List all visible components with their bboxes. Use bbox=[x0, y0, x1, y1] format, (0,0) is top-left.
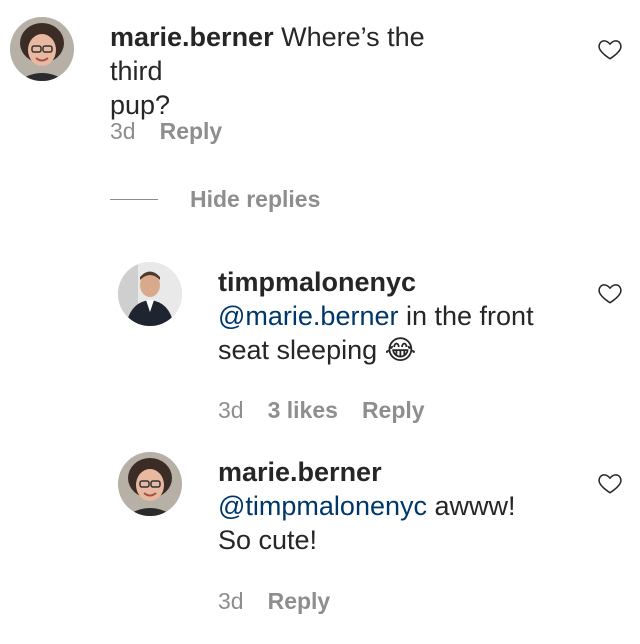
like-heart-icon[interactable] bbox=[597, 36, 623, 62]
laughing-emoji-icon: 😂 bbox=[384, 335, 417, 365]
reply-body: in the front bbox=[406, 301, 534, 331]
avatar-marie-berner[interactable] bbox=[10, 17, 74, 81]
reply-username[interactable]: timpmalonenyc bbox=[218, 267, 416, 297]
reply-button[interactable]: Reply bbox=[268, 588, 331, 615]
avatar-timpmalonenyc[interactable] bbox=[118, 262, 182, 326]
reply-body: awww! bbox=[434, 491, 516, 521]
reply-username[interactable]: marie.berner bbox=[218, 457, 382, 487]
avatar-image bbox=[10, 17, 74, 81]
avatar-marie-berner[interactable] bbox=[118, 452, 182, 516]
reply-text: marie.berner @timpmalonenyc awww! So cut… bbox=[218, 455, 578, 557]
reply-meta: 3d Reply bbox=[218, 588, 330, 615]
reply-button[interactable]: Reply bbox=[160, 118, 223, 145]
like-heart-icon[interactable] bbox=[597, 280, 623, 306]
reply-button[interactable]: Reply bbox=[362, 397, 425, 424]
reply-age: 3d bbox=[218, 588, 244, 614]
reply-body-line2: So cute! bbox=[218, 525, 318, 555]
reply-body-line2: seat sleeping bbox=[218, 335, 378, 365]
reply-meta: 3d 3 likes Reply bbox=[218, 397, 425, 424]
avatar-image bbox=[118, 262, 182, 326]
avatar-image bbox=[118, 452, 182, 516]
comment-meta: 3d Reply bbox=[110, 118, 222, 145]
comment-text: marie.berner Where’s the third pup? bbox=[110, 20, 470, 122]
like-heart-icon[interactable] bbox=[597, 470, 623, 496]
hide-replies-line bbox=[110, 199, 158, 200]
hide-replies-button[interactable]: Hide replies bbox=[190, 186, 320, 213]
comment-age: 3d bbox=[110, 118, 136, 144]
reply-mention-link[interactable]: @timpmalonenyc bbox=[218, 491, 427, 521]
comment-username[interactable]: marie.berner bbox=[110, 22, 274, 52]
reply-mention-link[interactable]: @marie.berner bbox=[218, 301, 398, 331]
reply-age: 3d bbox=[218, 397, 244, 423]
likes-count-link[interactable]: 3 likes bbox=[268, 397, 338, 424]
reply-text: timpmalonenyc @marie.berner in the front… bbox=[218, 265, 578, 367]
comment-body-line2: pup? bbox=[110, 90, 171, 120]
